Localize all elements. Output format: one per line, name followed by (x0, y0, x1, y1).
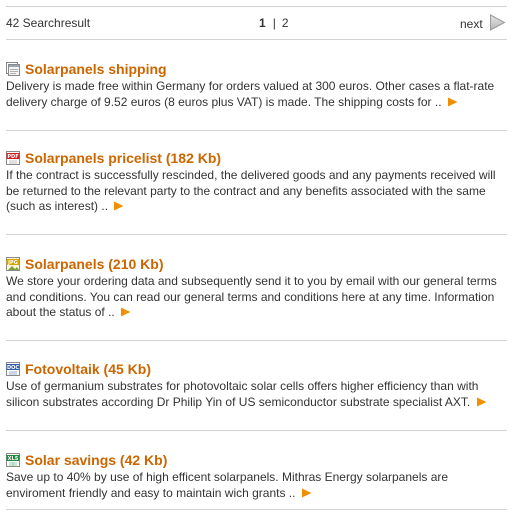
search-result: XLS Solar savings (42 Kb) Save up to 40%… (6, 451, 508, 501)
search-result: PDF Solarpanels pricelist (182 Kb) If th… (6, 149, 508, 215)
next-label[interactable]: next (460, 17, 483, 31)
pdf-icon-label: PDF (7, 154, 18, 160)
result-header: Solarpanels shipping (6, 60, 508, 78)
doc-file-icon: DOC (6, 362, 20, 376)
result-header: DOC Fotovoltaik (45 Kb) (6, 360, 508, 378)
page-separator: | (272, 16, 276, 30)
result-snippet: Save up to 40% by use of high efficent s… (6, 470, 508, 501)
doc-icon-label: DOC (7, 365, 19, 371)
result-header: XLS Solar savings (42 Kb) (6, 451, 508, 469)
result-snippet-text: We store your ordering data and subseque… (6, 274, 497, 319)
search-result: DOC Fotovoltaik (45 Kb) Use of germanium… (6, 360, 508, 410)
result-title-link[interactable]: Solarpanels pricelist (182 Kb) (25, 149, 221, 167)
result-title-link[interactable]: Solar savings (42 Kb) (25, 451, 167, 469)
pagination: 1 | 2 (259, 16, 289, 30)
read-more-arrow-icon[interactable] (301, 488, 312, 498)
search-result: Solarpanels shipping Delivery is made fr… (6, 60, 508, 110)
result-count: 42 Searchresult (6, 16, 91, 30)
bottom-divider (6, 509, 507, 510)
result-title-link[interactable]: Fotovoltaik (45 Kb) (25, 360, 151, 378)
result-snippet-text: Delivery is made free within Germany for… (6, 79, 495, 109)
top-divider (6, 6, 507, 7)
next-page-button[interactable]: next (460, 14, 506, 31)
result-header: PDF Solarpanels pricelist (182 Kb) (6, 149, 508, 167)
result-divider (6, 340, 507, 341)
next-arrow-icon[interactable] (489, 14, 506, 31)
result-title-link[interactable]: Solarpanels shipping (25, 60, 167, 78)
read-more-arrow-icon[interactable] (113, 201, 124, 211)
xls-file-icon: XLS (6, 453, 20, 467)
result-snippet-text: If the contract is successfully rescinde… (6, 168, 496, 213)
result-snippet-text: Use of germanium substrates for photovol… (6, 379, 479, 409)
result-divider (6, 130, 507, 131)
result-snippet: Delivery is made free within Germany for… (6, 79, 508, 110)
pdf-file-icon: PDF (6, 151, 20, 165)
search-result: JPG Solarpanels (210 Kb) We store your o… (6, 255, 508, 321)
read-more-arrow-icon[interactable] (120, 307, 131, 317)
result-snippet: Use of germanium substrates for photovol… (6, 379, 508, 410)
result-divider (6, 234, 507, 235)
web-page-icon (6, 62, 20, 76)
result-title-link[interactable]: Solarpanels (210 Kb) (25, 255, 164, 273)
jpg-icon-label: JPG (7, 260, 18, 266)
result-header: JPG Solarpanels (210 Kb) (6, 255, 508, 273)
pager-divider (6, 39, 507, 40)
page-link-2[interactable]: 2 (282, 16, 289, 30)
result-snippet: We store your ordering data and subseque… (6, 274, 508, 321)
result-divider (6, 430, 507, 431)
result-snippet-text: Save up to 40% by use of high efficent s… (6, 470, 449, 500)
xls-icon-label: XLS (8, 456, 19, 462)
result-snippet: If the contract is successfully rescinde… (6, 168, 508, 215)
jpg-file-icon: JPG (6, 257, 20, 271)
current-page: 1 (259, 16, 266, 30)
read-more-arrow-icon[interactable] (476, 397, 487, 407)
read-more-arrow-icon[interactable] (447, 97, 458, 107)
